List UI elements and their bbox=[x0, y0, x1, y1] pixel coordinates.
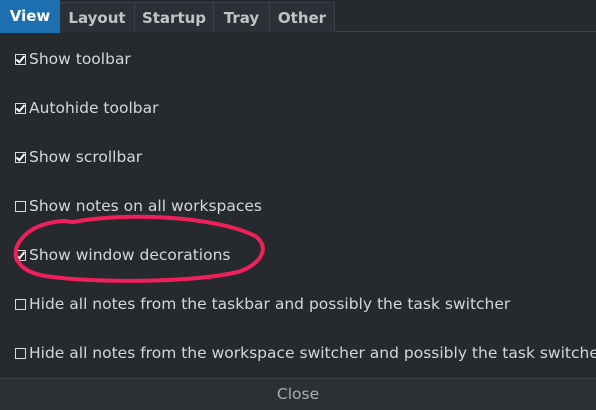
tab-layout[interactable]: Layout bbox=[60, 2, 135, 32]
option-show-window-decorations[interactable]: Show window decorations bbox=[15, 243, 231, 267]
checkbox[interactable] bbox=[15, 102, 26, 114]
option-label: Hide all notes from the workspace switch… bbox=[29, 344, 596, 362]
checkbox[interactable] bbox=[15, 200, 26, 212]
option-label: Hide all notes from the taskbar and poss… bbox=[29, 295, 511, 313]
option-autohide-toolbar[interactable]: Autohide toolbar bbox=[15, 96, 158, 120]
checkbox[interactable] bbox=[15, 53, 26, 65]
option-label: Show scrollbar bbox=[29, 148, 143, 166]
option-show-notes-all-workspaces[interactable]: Show notes on all workspaces bbox=[15, 194, 262, 218]
tab-startup[interactable]: Startup bbox=[135, 2, 214, 32]
tab-other[interactable]: Other bbox=[270, 2, 335, 32]
checkbox[interactable] bbox=[15, 151, 26, 163]
view-options-panel: Show toolbar Autohide toolbar Show scrol… bbox=[0, 33, 596, 378]
option-label: Show window decorations bbox=[29, 246, 231, 264]
checkbox[interactable] bbox=[15, 298, 26, 310]
tab-view[interactable]: View bbox=[0, 0, 60, 33]
tab-bar: View Layout Startup Tray Other bbox=[0, 0, 596, 33]
option-hide-from-workspace-switcher[interactable]: Hide all notes from the workspace switch… bbox=[15, 341, 596, 365]
checkbox[interactable] bbox=[15, 249, 26, 261]
close-button[interactable]: Close bbox=[0, 378, 596, 410]
option-label: Show toolbar bbox=[29, 50, 131, 68]
option-show-scrollbar[interactable]: Show scrollbar bbox=[15, 145, 142, 169]
option-hide-from-taskbar[interactable]: Hide all notes from the taskbar and poss… bbox=[15, 292, 510, 316]
checkbox[interactable] bbox=[15, 347, 26, 359]
tab-tray[interactable]: Tray bbox=[214, 2, 270, 32]
option-show-toolbar[interactable]: Show toolbar bbox=[15, 47, 131, 71]
option-label: Show notes on all workspaces bbox=[29, 197, 262, 215]
option-label: Autohide toolbar bbox=[29, 99, 159, 117]
